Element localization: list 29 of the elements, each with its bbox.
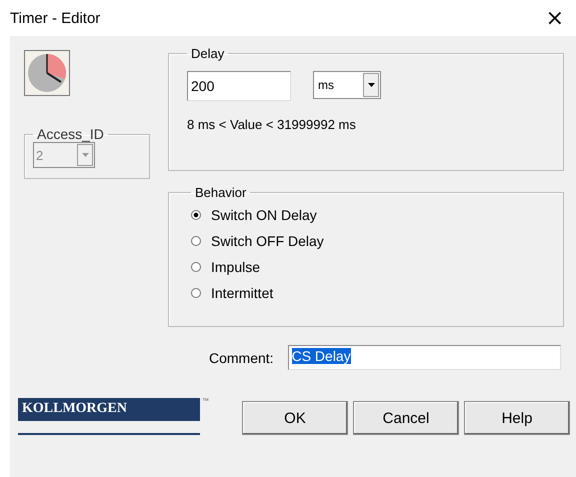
comment-label: Comment: <box>209 350 274 366</box>
radio-label: Switch ON Delay <box>211 207 317 223</box>
range-text: 8 ms < Value < 31999992 ms <box>187 117 357 132</box>
dialog-button[interactable]: OK <box>242 401 348 435</box>
radio-option[interactable]: Switch OFF Delay <box>191 228 541 254</box>
caret-icon <box>368 83 374 87</box>
radio-button[interactable] <box>191 288 201 298</box>
comment-input[interactable]: CS Delay <box>288 345 561 370</box>
radio-button[interactable] <box>191 262 201 272</box>
group-label: Access_ID <box>36 126 105 142</box>
dialog-button[interactable]: Help <box>464 401 570 435</box>
clock-icon <box>24 50 70 96</box>
group-label: Behavior <box>194 185 248 200</box>
window-title: Timer - Editor <box>10 10 100 26</box>
radio-option[interactable]: Impulse <box>191 254 541 280</box>
radio-button[interactable] <box>191 210 201 220</box>
radio-option[interactable]: Switch ON Delay <box>191 202 541 228</box>
logo: KOLLMORGEN <box>18 398 200 421</box>
close-button[interactable]: × <box>542 6 568 30</box>
unit-dropdown[interactable]: ms <box>313 71 381 99</box>
dialog-button[interactable]: Cancel <box>353 401 459 435</box>
radio-label: Switch OFF Delay <box>211 233 324 249</box>
radio-option[interactable]: Intermittet <box>191 280 541 306</box>
radio-label: Intermittet <box>211 285 274 301</box>
delay-input[interactable]: 200 <box>187 71 291 101</box>
radio-button[interactable] <box>191 236 201 246</box>
radio-label: Impulse <box>211 259 260 275</box>
group-label: Delay <box>190 46 226 61</box>
caret-icon <box>82 153 88 157</box>
